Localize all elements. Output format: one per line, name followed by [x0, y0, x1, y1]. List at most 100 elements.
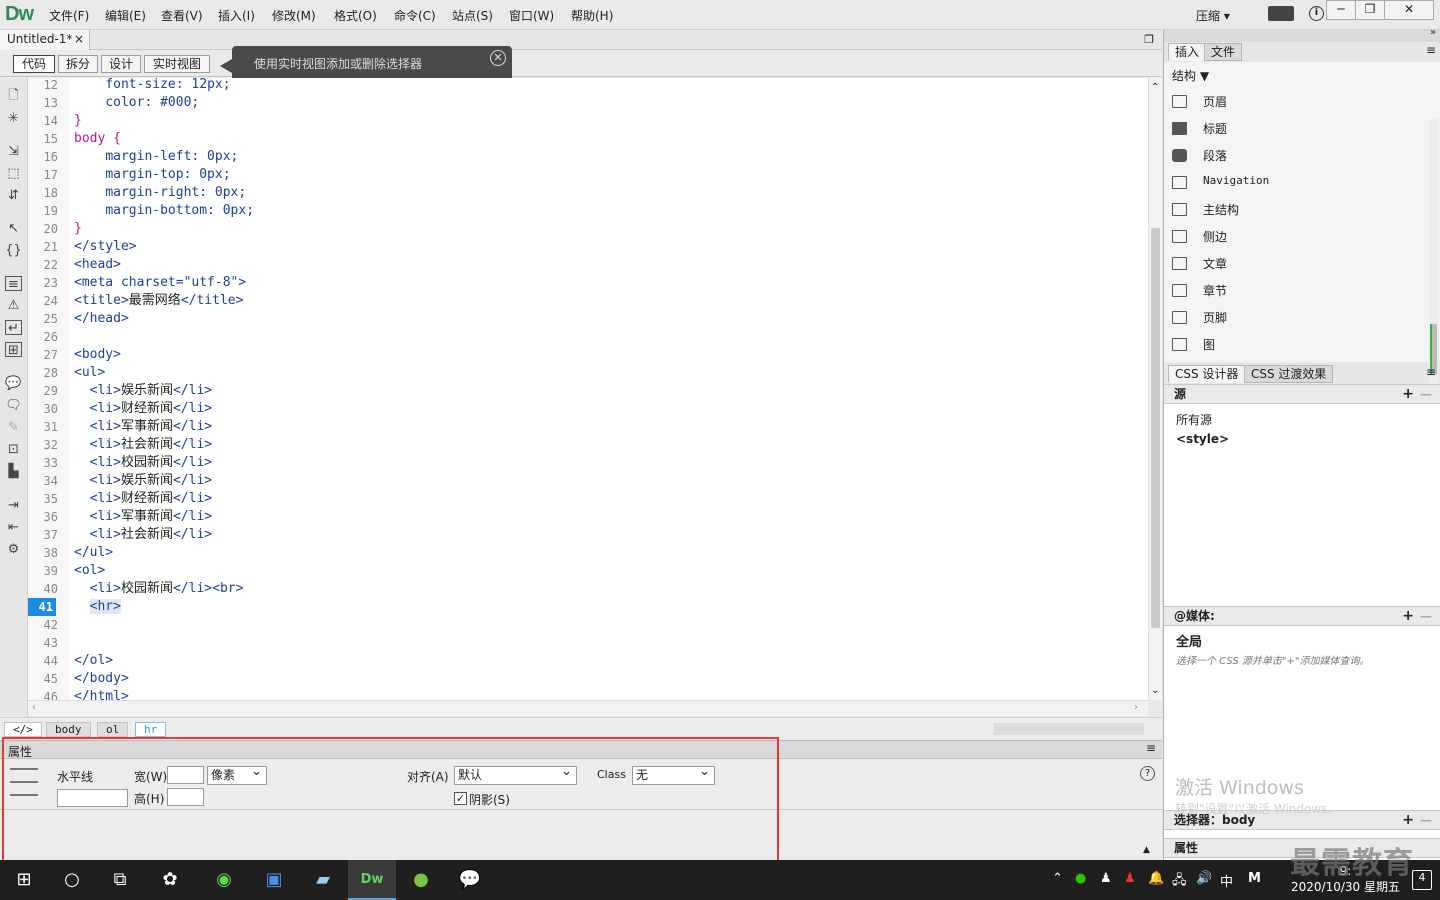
code-line[interactable]: <ul>: [74, 364, 105, 382]
menu-help[interactable]: 帮助(H): [571, 7, 613, 24]
code-editor[interactable]: font-size: 12px; color: #000;} body { mar…: [70, 78, 1148, 700]
code-line[interactable]: color: #000;: [74, 94, 199, 112]
code-line[interactable]: </html>: [74, 688, 129, 700]
tray-expand-icon[interactable]: ⌃: [1052, 871, 1063, 886]
code-line[interactable]: <li>财经新闻</li>: [74, 400, 212, 418]
tab-css-designer[interactable]: CSS 设计器: [1168, 365, 1246, 383]
tab-css-transitions[interactable]: CSS 过渡效果: [1244, 365, 1334, 383]
tray-qq-icon[interactable]: ♟: [1100, 871, 1112, 886]
code-line[interactable]: margin-left: 0px;: [74, 148, 238, 166]
balance-braces-icon[interactable]: {}: [5, 243, 22, 258]
tooltip-close-icon[interactable]: ✕: [490, 50, 506, 66]
code-line[interactable]: <body>: [74, 346, 121, 364]
close-tab-icon[interactable]: ×: [74, 30, 84, 49]
insert-navigation[interactable]: Navigation: [1172, 170, 1422, 197]
select-parent-tag-icon[interactable]: ↖: [5, 221, 22, 236]
menu-modify[interactable]: 修改(M): [272, 7, 316, 24]
tab-insert[interactable]: 插入: [1168, 43, 1207, 61]
menu-view[interactable]: 查看(V): [161, 7, 203, 24]
source-style[interactable]: <style>: [1176, 432, 1229, 446]
css-panel-menu-icon[interactable]: ≡: [1426, 365, 1436, 379]
panel-menu-icon[interactable]: ≡: [1146, 741, 1156, 755]
menu-command[interactable]: 命令(C): [394, 7, 436, 24]
add-source-icon[interactable]: +: [1402, 385, 1414, 403]
tray-wechat-icon[interactable]: ●: [1075, 871, 1086, 886]
word-wrap-icon[interactable]: ↵: [5, 320, 22, 336]
tab-files[interactable]: 文件: [1204, 43, 1243, 61]
code-line[interactable]: }: [74, 220, 82, 238]
app-pinwheel-icon[interactable]: ✿: [146, 860, 194, 900]
maximize-button[interactable]: ❐: [1355, 0, 1385, 20]
start-button[interactable]: ⊞: [0, 860, 48, 900]
action-center-icon[interactable]: 4: [1412, 870, 1432, 890]
code-horizontal-scrollbar[interactable]: ‹ ›: [28, 700, 1148, 716]
tray-notify-icon[interactable]: 🔔: [1148, 871, 1164, 886]
code-line[interactable]: <ol>: [74, 562, 105, 580]
outdent-code-icon[interactable]: ⇤: [5, 520, 22, 535]
media-global[interactable]: 全局: [1176, 631, 1202, 650]
split-view-button[interactable]: 拆分: [58, 55, 98, 73]
indent-code-icon[interactable]: ⇥: [5, 498, 22, 513]
code-line[interactable]: <li>军事新闻</li>: [74, 418, 212, 436]
collapse-dock-icon[interactable]: »: [1430, 27, 1436, 38]
code-line[interactable]: <li>校园新闻</li><br>: [74, 580, 244, 598]
insert-section[interactable]: 章节: [1172, 278, 1422, 305]
collapse-selection-icon[interactable]: ⬚: [5, 166, 22, 181]
code-line[interactable]: <head>: [74, 256, 121, 274]
code-vertical-scrollbar[interactable]: ⌃ ⌄: [1148, 78, 1162, 700]
code-line[interactable]: <li>社会新闻</li>: [74, 526, 212, 544]
scroll-right-icon[interactable]: ›: [1134, 702, 1138, 713]
line-numbers-icon[interactable]: ≡: [5, 276, 22, 292]
add-selector-icon[interactable]: +: [1402, 811, 1414, 829]
insert-aside[interactable]: 侧边: [1172, 224, 1422, 251]
gear-sync-icon[interactable]: [1268, 6, 1294, 21]
code-line[interactable]: margin-top: 0px;: [74, 166, 230, 184]
design-view-button[interactable]: 设计: [101, 55, 141, 73]
insert-category-select[interactable]: 结构 ▼: [1172, 67, 1209, 84]
code-line[interactable]: <li>娱乐新闻</li>: [74, 472, 212, 490]
expand-all-icon[interactable]: ⇵: [5, 188, 22, 203]
live-view-button[interactable]: 实时视图: [144, 55, 210, 73]
network-icon[interactable]: 🖧: [1172, 871, 1187, 893]
code-line[interactable]: </ol>: [74, 652, 113, 670]
watermelon-app-icon[interactable]: ●: [397, 860, 445, 900]
code-line[interactable]: <title>最需网络</title>: [74, 292, 243, 310]
code-view-button[interactable]: 代码: [13, 55, 55, 73]
code-line[interactable]: margin-right: 0px;: [74, 184, 246, 202]
apply-comment-icon[interactable]: 💬: [5, 376, 22, 391]
scroll-down-icon[interactable]: ⌄: [1151, 685, 1159, 696]
code-line[interactable]: font-size: 12px;: [74, 78, 230, 94]
tag-ol[interactable]: ol: [97, 722, 129, 737]
show-code-navigator-icon[interactable]: ✳: [5, 111, 22, 126]
close-button[interactable]: ✕: [1384, 0, 1434, 20]
code-line[interactable]: <li>军事新闻</li>: [74, 508, 212, 526]
remove-comment-icon[interactable]: 🗨: [5, 398, 22, 413]
code-line[interactable]: <li>财经新闻</li>: [74, 490, 212, 508]
scroll-up-icon[interactable]: ⌃: [1151, 82, 1159, 93]
insert-heading[interactable]: 标题: [1172, 116, 1422, 143]
insert-main[interactable]: 主结构: [1172, 197, 1422, 224]
menu-format[interactable]: 格式(O): [334, 7, 377, 24]
collapse-properties-icon[interactable]: ▲: [1143, 845, 1150, 855]
menu-edit[interactable]: 编辑(E): [105, 7, 146, 24]
insert-figure[interactable]: 图: [1172, 332, 1422, 359]
menu-site[interactable]: 站点(S): [452, 7, 493, 24]
highlight-invalid-code-icon[interactable]: ⚠: [5, 298, 22, 313]
format-source-code-icon[interactable]: ⚙: [5, 542, 22, 557]
code-line[interactable]: <li>校园新闻</li>: [74, 454, 212, 472]
wps-writer-icon[interactable]: ▣: [250, 860, 298, 900]
syntax-error-alerts-icon[interactable]: ⊞: [5, 342, 22, 358]
remove-media-icon[interactable]: —: [1420, 607, 1432, 625]
remove-source-icon[interactable]: —: [1420, 385, 1432, 403]
browser-icon[interactable]: ◉: [200, 860, 248, 900]
help-icon[interactable]: ?: [1140, 766, 1155, 781]
collapse-tag-icon[interactable]: ⇲: [5, 144, 22, 159]
code-line[interactable]: </body>: [74, 670, 129, 688]
recent-snippets-icon[interactable]: ⊡: [5, 442, 22, 457]
tag-body[interactable]: body: [46, 722, 91, 737]
ime-indicator[interactable]: 中: [1220, 871, 1233, 890]
code-line[interactable]: </style>: [74, 238, 137, 256]
insert-footer[interactable]: 页脚: [1172, 305, 1422, 332]
volume-icon[interactable]: 🔊: [1196, 871, 1212, 886]
code-line[interactable]: <li>娱乐新闻</li>: [74, 382, 212, 400]
